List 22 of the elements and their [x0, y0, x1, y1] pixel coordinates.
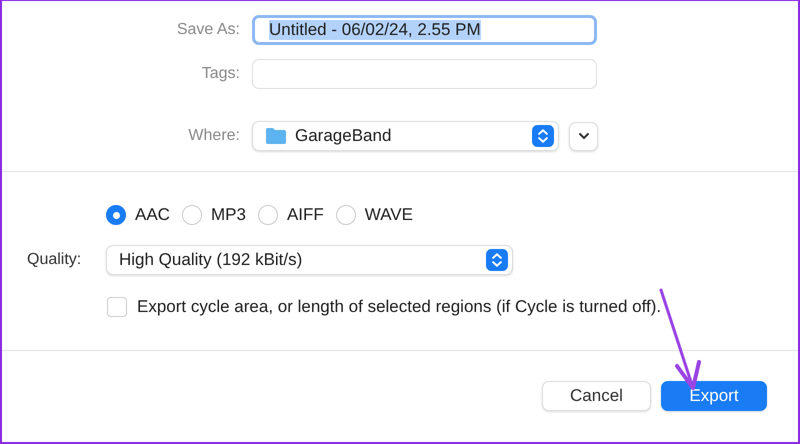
checkbox-label: Export cycle area, or length of selected regions (if Cycle is turned off). [137, 297, 662, 317]
chevron-down-icon [578, 132, 590, 140]
format-radio[interactable]: AIFF [258, 205, 324, 225]
format-radio[interactable]: AAC [106, 205, 170, 225]
field-label: Where: [187, 127, 241, 145]
stepper-icon [486, 249, 508, 271]
quality-popup[interactable]: High Quality (192 kBit/s) [106, 245, 513, 275]
folder-icon [265, 127, 287, 145]
location-popup[interactable]: GarageBand [252, 121, 559, 151]
checkbox[interactable] [107, 297, 127, 317]
format-radio[interactable]: MP3 [182, 205, 246, 225]
format-radio[interactable]: WAVE [336, 205, 413, 225]
text-field[interactable]: Untitled - 06/02/24, 2.55 PM [252, 15, 597, 45]
export-button[interactable]: Export [661, 381, 767, 411]
text-field[interactable] [252, 59, 597, 89]
expand-button[interactable] [569, 122, 598, 150]
quality-label: Quality: [27, 251, 82, 269]
field-label: Save As: [176, 21, 241, 39]
cancel-button[interactable]: Cancel [542, 381, 651, 411]
field-label: Tags: [200, 65, 241, 83]
field-value: Untitled - 06/02/24, 2.55 PM [269, 20, 481, 40]
stepper-icon [532, 125, 554, 147]
